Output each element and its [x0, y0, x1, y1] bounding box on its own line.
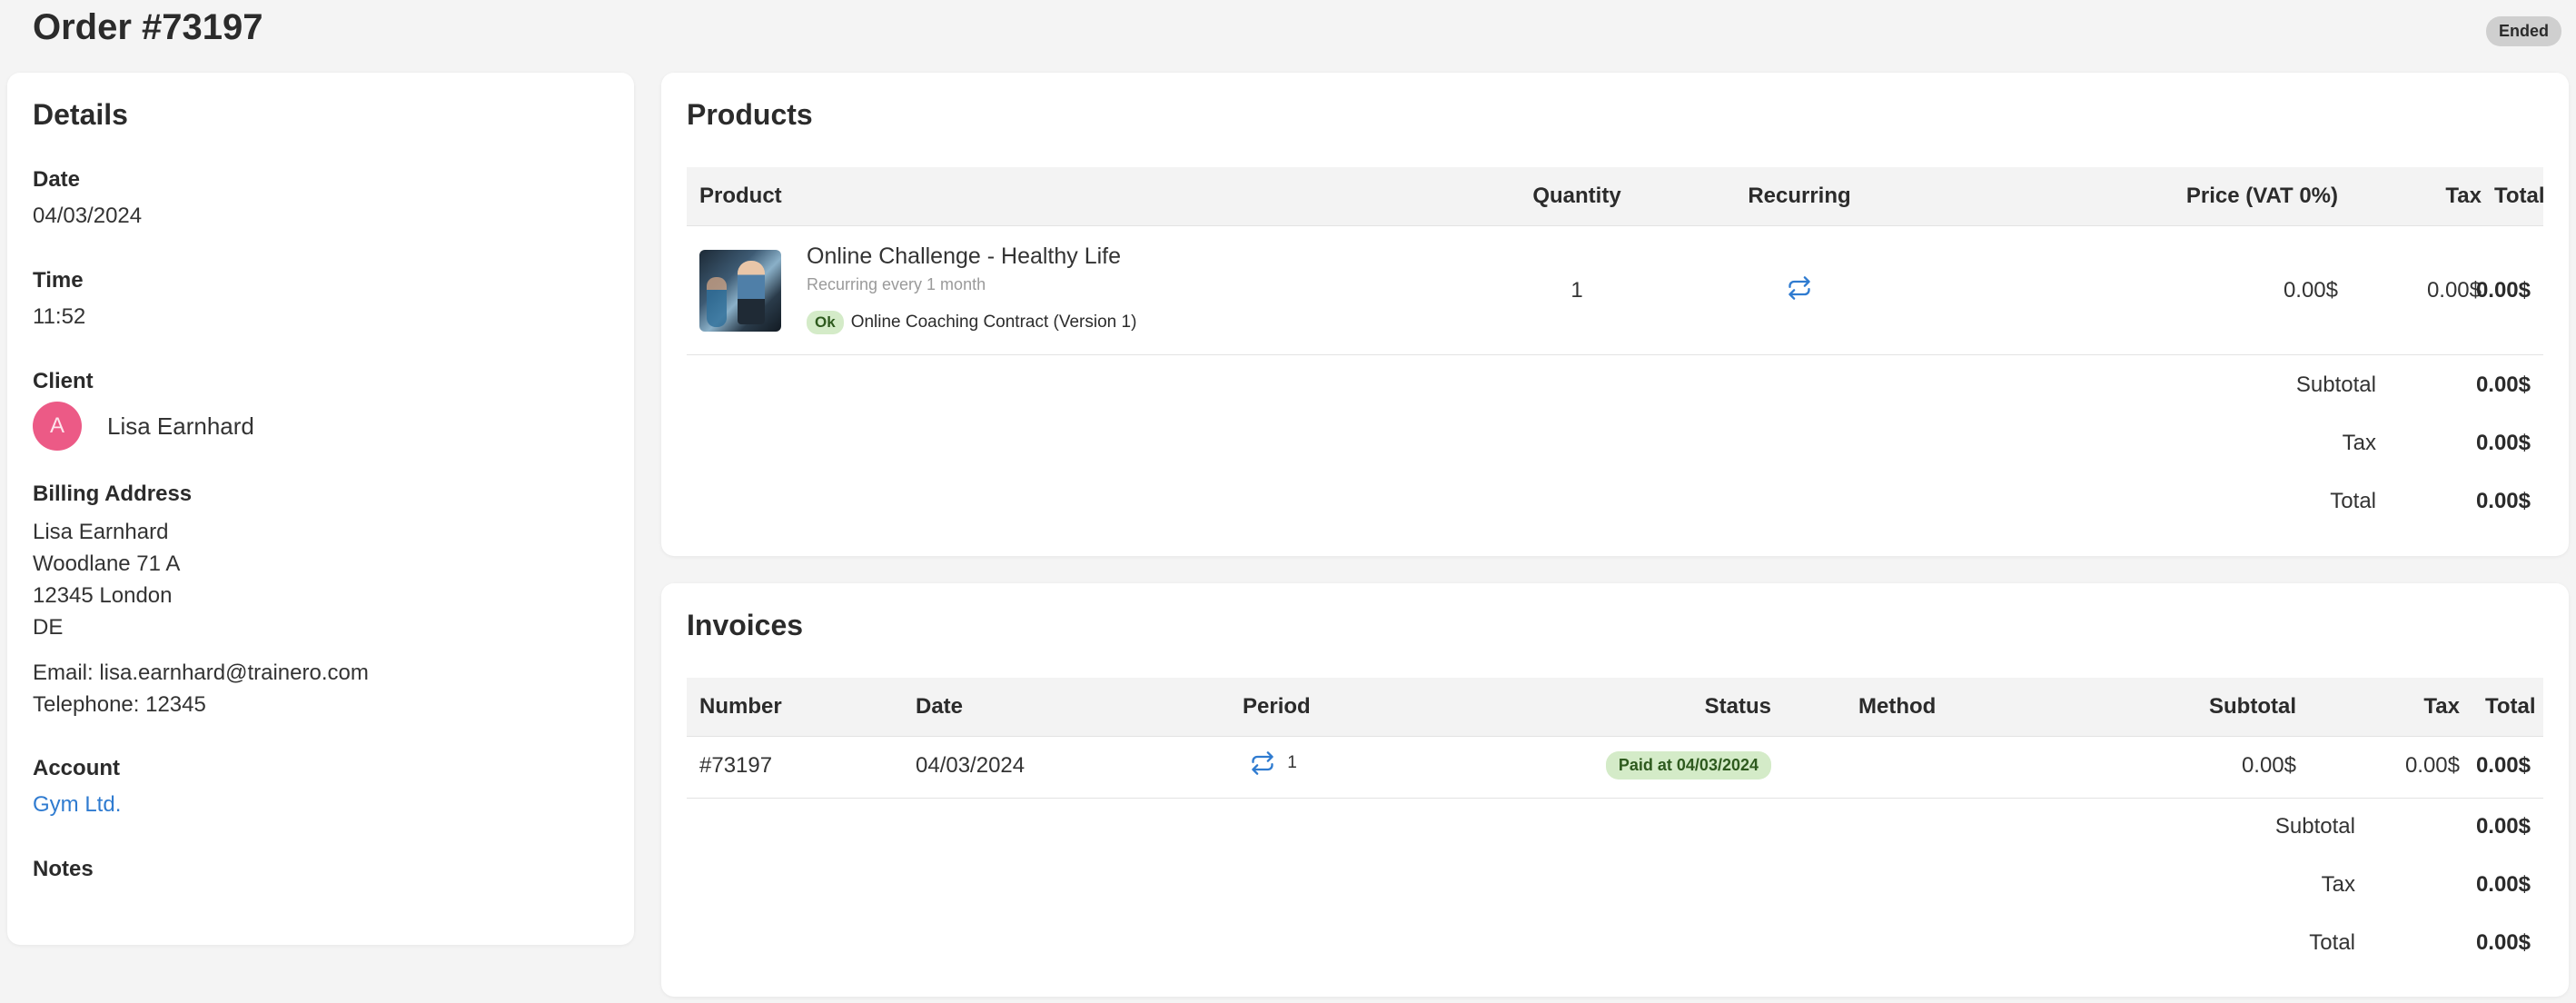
- invoices-tax-value: 0.00$: [2475, 872, 2531, 897]
- col-total: Total: [2485, 694, 2536, 719]
- products-subtotal-value: 0.00$: [2475, 372, 2531, 397]
- products-subtotal-label: Subtotal: [2295, 372, 2376, 397]
- divider: [687, 225, 2543, 226]
- invoices-title: Invoices: [687, 609, 804, 641]
- invoices-table-header: Number Date Period Status Method Subtota…: [687, 678, 2543, 736]
- invoices-card: Invoices Number Date Period Status Metho…: [661, 583, 2569, 997]
- col-recurring: Recurring: [1748, 184, 1851, 208]
- order-page: Order #73197 Ended Details Date 04/03/20…: [0, 0, 2576, 1003]
- client-row[interactable]: A Lisa Earnhard: [33, 402, 254, 451]
- invoices-tax-label: Tax: [2321, 872, 2355, 897]
- billing-telephone: Telephone: 12345: [33, 692, 206, 717]
- col-total: Total: [2494, 184, 2545, 208]
- contract-name: Online Coaching Contract (Version 1): [850, 313, 1137, 332]
- time-label: Time: [33, 268, 84, 293]
- product-recurring-cell: [1727, 274, 1872, 301]
- top-bar: Order #73197 Ended: [33, 0, 2561, 64]
- client-label: Client: [33, 369, 94, 393]
- product-image[interactable]: [699, 250, 781, 332]
- details-title: Details: [33, 98, 128, 131]
- products-total-label: Total: [2330, 489, 2376, 513]
- col-date: Date: [916, 694, 964, 719]
- divider: [687, 798, 2543, 799]
- billing-line-name: Lisa Earnhard: [33, 520, 169, 544]
- invoices-total-label: Total: [2309, 930, 2355, 955]
- invoices-subtotal-value: 0.00$: [2475, 814, 2531, 839]
- products-card: Products Product Quantity Recurring Pric…: [661, 73, 2569, 556]
- invoice-subtotal: 0.00$: [2241, 753, 2296, 778]
- avatar[interactable]: A: [33, 402, 82, 451]
- product-recurring-note: Recurring every 1 month: [807, 275, 986, 293]
- product-name-link[interactable]: Online Challenge - Healthy Life: [807, 243, 1121, 270]
- products-tax-value: 0.00$: [2475, 431, 2531, 455]
- billing-line-street: Woodlane 71 A: [33, 551, 181, 576]
- page-title: Order #73197: [33, 7, 263, 47]
- billing-address-label: Billing Address: [33, 482, 193, 506]
- product-price: 0.00$: [2283, 278, 2338, 303]
- invoice-number-link[interactable]: #73197: [699, 753, 772, 779]
- col-number: Number: [699, 694, 782, 719]
- paid-status-badge: Paid at 04/03/2024: [1605, 751, 1771, 780]
- col-subtotal: Subtotal: [2209, 694, 2296, 719]
- account-link[interactable]: Gym Ltd.: [33, 792, 121, 818]
- invoices-total-value: 0.00$: [2475, 930, 2531, 955]
- time-value: 11:52: [33, 304, 86, 329]
- client-name[interactable]: Lisa Earnhard: [107, 412, 254, 441]
- products-table-header: Product Quantity Recurring Price (VAT 0%…: [687, 167, 2545, 225]
- col-tax: Tax: [2445, 184, 2482, 208]
- col-status: Status: [1704, 694, 1771, 719]
- invoices-subtotal-label: Subtotal: [2274, 814, 2355, 839]
- col-quantity: Quantity: [1532, 184, 1621, 208]
- col-period: Period: [1243, 694, 1311, 719]
- date-label: Date: [33, 167, 81, 192]
- recurring-icon: [1788, 275, 1810, 300]
- invoice-total: 0.00$: [2475, 753, 2531, 778]
- invoice-date: 04/03/2024: [916, 753, 1025, 778]
- invoice-period-count: 1: [1287, 753, 1297, 772]
- products-tax-label: Tax: [2342, 431, 2376, 455]
- contract-line[interactable]: Ok Online Coaching Contract (Version 1): [807, 311, 1136, 334]
- invoice-period: 1: [1250, 750, 1297, 776]
- account-label: Account: [33, 756, 120, 780]
- contract-ok-badge: Ok: [807, 311, 844, 334]
- invoice-status: Paid at 04/03/2024: [1577, 751, 1771, 780]
- recurring-icon: [1252, 751, 1273, 775]
- details-card: Details Date 04/03/2024 Time 11:52 Clien…: [7, 73, 634, 945]
- billing-line-country: DE: [33, 615, 64, 640]
- divider: [687, 736, 2543, 737]
- col-tax: Tax: [2423, 694, 2460, 719]
- product-quantity: 1: [1570, 278, 1583, 303]
- date-value: 04/03/2024: [33, 204, 143, 228]
- divider: [687, 354, 2543, 355]
- status-badge: Ended: [2485, 16, 2561, 46]
- product-total: 0.00$: [2475, 278, 2531, 303]
- col-method: Method: [1858, 694, 1937, 719]
- notes-label: Notes: [33, 857, 94, 881]
- billing-email: Email: lisa.earnhard@trainero.com: [33, 660, 369, 685]
- billing-line-city: 12345 London: [33, 583, 173, 608]
- col-product: Product: [699, 184, 782, 208]
- products-title: Products: [687, 98, 813, 131]
- col-price: Price (VAT 0%): [2185, 184, 2338, 208]
- products-total-value: 0.00$: [2475, 489, 2531, 513]
